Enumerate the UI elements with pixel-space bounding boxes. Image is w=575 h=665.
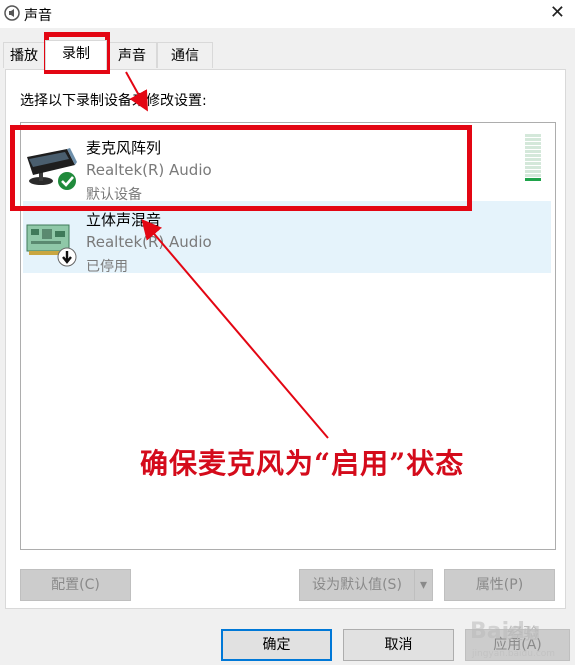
annotation-text: 确保麦克风为“启用”状态 [140,447,465,480]
properties-button[interactable]: 属性(P) [444,569,555,601]
level-meter-segment [525,150,541,153]
instruction-label: 选择以下录制设备来修改设置: [20,93,207,109]
level-meter-segment [525,166,541,169]
level-meter-segment [525,142,541,145]
window-title: 声音 [24,8,52,24]
tab-sounds[interactable]: 声音 [107,42,157,68]
tab-recording[interactable]: 录制 [45,40,107,70]
device-driver: Realtek(R) Audio [86,233,212,251]
device-list[interactable]: 麦克风阵列 Realtek(R) Audio 默认设备 立体声混音 Realte… [20,122,556,550]
level-meter-segment [525,170,541,173]
ok-button[interactable]: 确定 [221,629,332,661]
sound-card-icon [26,224,77,267]
level-meter-segment [525,158,541,161]
list-item-microphone-array[interactable]: 麦克风阵列 Realtek(R) Audio 默认设备 [23,129,551,203]
tab-communications[interactable]: 通信 [157,42,213,68]
set-default-dropdown-button[interactable]: ▾ [414,569,433,601]
microphone-icon [27,148,77,190]
watermark-text: 经验 [507,624,540,643]
device-status: 已停用 [86,259,128,275]
level-meter-segment [525,178,541,181]
tab-playback[interactable]: 播放 [3,42,45,68]
device-name: 麦克风阵列 [86,139,162,157]
level-meter-segment [525,146,541,149]
tab-bar: 播放 录制 声音 通信 [0,28,575,70]
close-icon[interactable]: ✕ [550,2,565,23]
set-default-button[interactable]: 设为默认值(S) [299,569,415,601]
title-bar: 声音 ✕ [0,0,575,28]
configure-button[interactable]: 配置(C) [20,569,131,601]
svg-text:jingyan.baidu.com: jingyan.baidu.com [471,649,555,659]
device-driver: Realtek(R) Audio [86,161,212,179]
level-meter-segment [525,174,541,177]
level-meter-segment [525,154,541,157]
list-item-stereo-mix[interactable]: 立体声混音 Realtek(R) Audio 已停用 [23,201,551,275]
level-meter [525,134,541,181]
level-meter-segment [525,134,541,137]
cancel-button[interactable]: 取消 [343,629,454,661]
device-name: 立体声混音 [86,211,162,229]
default-check-icon [58,172,76,190]
speaker-icon [4,5,20,21]
level-meter-segment [525,138,541,141]
level-meter-segment [525,162,541,165]
